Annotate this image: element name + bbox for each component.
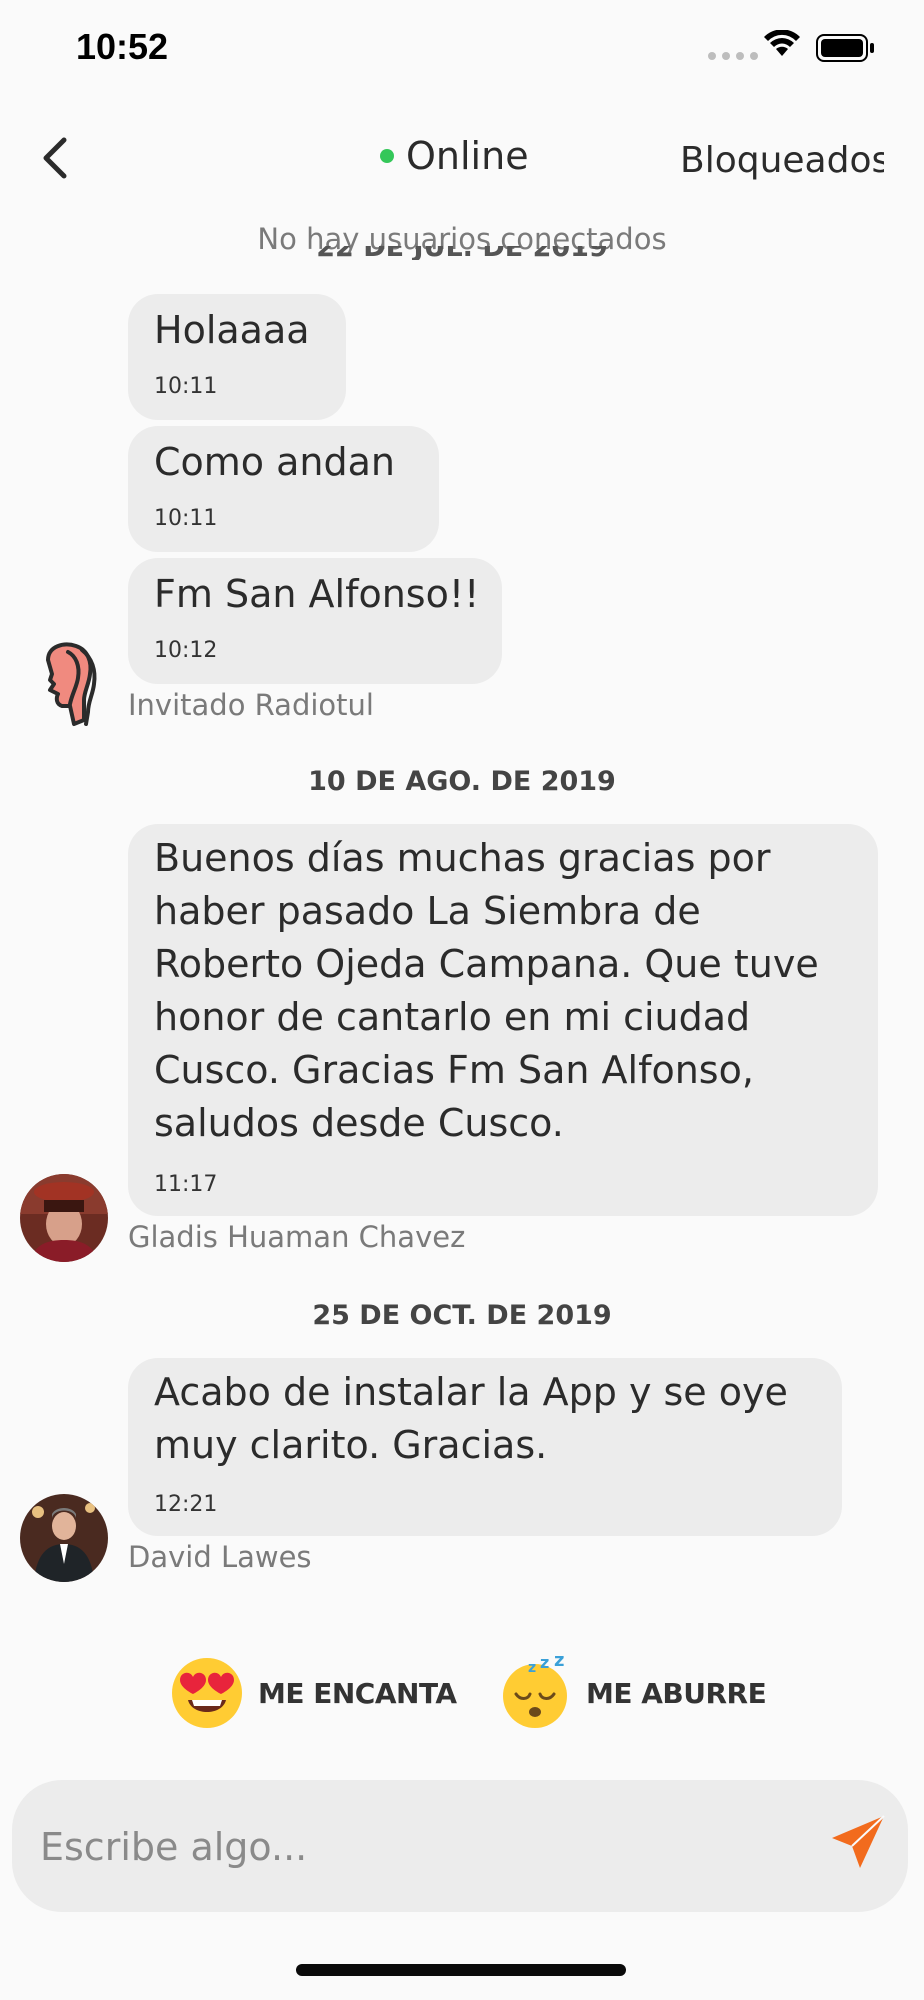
home-indicator xyxy=(296,1964,626,1976)
sender-name: David Lawes xyxy=(128,1540,312,1574)
message-bubble: Acabo de instalar la App y se oye muy cl… xyxy=(128,1358,842,1536)
status-bar-time: 10:52 xyxy=(76,26,169,67)
message-time: 10:11 xyxy=(154,374,218,399)
reaction-bored-button[interactable]: z z z ME ABURRE xyxy=(498,1656,767,1730)
message-input[interactable] xyxy=(38,1816,802,1878)
heart-eyes-emoji-icon xyxy=(172,1658,242,1728)
avatar xyxy=(20,1494,108,1582)
message-time: 10:12 xyxy=(154,638,218,663)
message-text: Como andan xyxy=(154,440,395,484)
message-bubble: Buenos días muchas gracias por haber pas… xyxy=(128,824,878,1216)
message-text: Holaaaa xyxy=(154,308,310,352)
message-composer xyxy=(12,1780,908,1912)
online-status: Online xyxy=(380,134,529,178)
date-separator: 10 DE AGO. DE 2019 xyxy=(308,766,616,797)
message-bubble: Fm San Alfonso!! 10:12 xyxy=(128,558,502,684)
message-time: 12:21 xyxy=(154,1492,218,1517)
radiotul-logo-avatar xyxy=(46,642,97,726)
online-label: Online xyxy=(406,134,529,178)
date-separator-clipped: 22 DE JUL. DE 2019 xyxy=(0,246,924,260)
message-time: 11:17 xyxy=(154,1172,218,1197)
message-text: Fm San Alfonso!! xyxy=(154,572,480,616)
reaction-label: ME ABURRE xyxy=(586,1676,767,1710)
message-text: Buenos días muchas gracias por haber pas… xyxy=(154,836,819,1145)
sender-name: Invitado Radiotul xyxy=(128,688,374,722)
sleeping-emoji-icon: z z z xyxy=(503,1656,567,1728)
svg-text:z: z xyxy=(540,1656,549,1672)
date-separator-clipped-label: 22 DE JUL. DE 2019 xyxy=(0,246,924,260)
message-bubble: Como andan 10:11 xyxy=(128,426,439,552)
blocked-users-button[interactable]: Bloqueados xyxy=(680,140,884,181)
battery-icon xyxy=(816,34,874,62)
reaction-label: ME ENCANTA xyxy=(258,1676,457,1710)
avatar xyxy=(20,1174,108,1262)
back-chevron-icon[interactable] xyxy=(36,134,76,182)
sender-name: Gladis Huaman Chavez xyxy=(128,1220,466,1254)
date-separator: 25 DE OCT. DE 2019 xyxy=(312,1300,612,1331)
message-time: 10:11 xyxy=(154,506,218,531)
cellular-signal-icon xyxy=(708,52,758,60)
message-text: Acabo de instalar la App y se oye muy cl… xyxy=(154,1370,788,1467)
online-dot-icon xyxy=(380,149,394,163)
svg-text:z: z xyxy=(528,1660,536,1676)
svg-text:z: z xyxy=(554,1656,564,1671)
reaction-love-button[interactable]: ME ENCANTA xyxy=(170,1656,457,1730)
message-bubble: Holaaaa 10:11 xyxy=(128,294,346,420)
wifi-icon xyxy=(764,30,800,56)
send-icon[interactable] xyxy=(828,1812,888,1872)
